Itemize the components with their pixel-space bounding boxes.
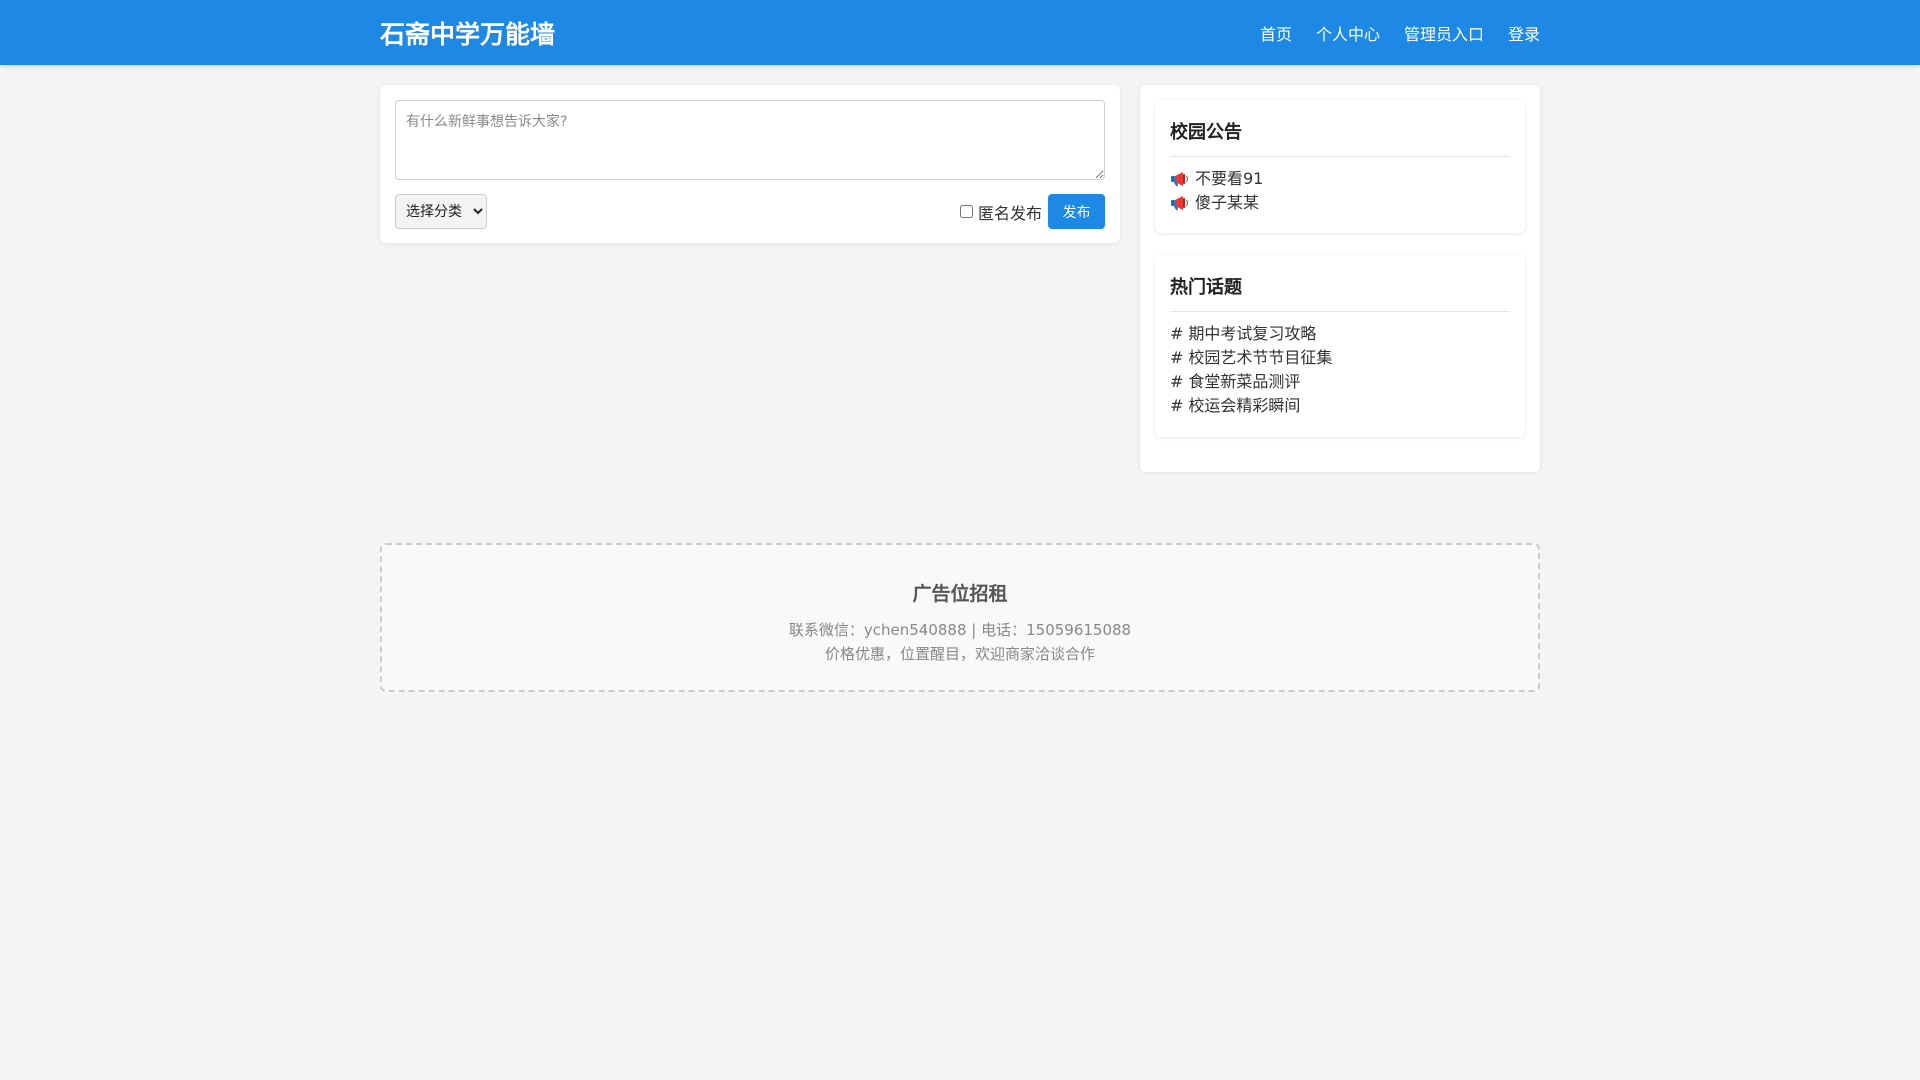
anonymous-toggle[interactable]: 匿名发布: [960, 194, 1042, 229]
navbar-inner: 石斋中学万能墙 首页 个人中心 管理员入口 登录: [380, 0, 1540, 65]
post-content-input[interactable]: [395, 100, 1105, 180]
post-form-card: 选择分类 匿名发布 发布: [380, 85, 1120, 243]
megaphone-icon: [1171, 172, 1189, 186]
announcement-item[interactable]: 傻子某某: [1170, 191, 1510, 215]
anonymous-checkbox[interactable]: [960, 205, 973, 218]
sidebar: 校园公告 不要看91 傻子某某 热门话题 # 期中考试复习攻略 # 校园艺术节节…: [1140, 85, 1540, 472]
nav-links: 首页 个人中心 管理员入口 登录: [1260, 21, 1540, 45]
topic-item[interactable]: # 校园艺术节节目征集: [1170, 346, 1510, 370]
announcements-title: 校园公告: [1170, 100, 1510, 157]
topic-item[interactable]: # 食堂新菜品测评: [1170, 370, 1510, 394]
announcements-card: 校园公告 不要看91 傻子某某: [1155, 100, 1525, 233]
hashtag-icon: #: [1170, 348, 1184, 367]
announcements-list: 不要看91 傻子某某: [1170, 157, 1510, 215]
megaphone-icon: [1171, 196, 1189, 210]
hashtag-icon: #: [1170, 324, 1184, 343]
hot-topics-card: 热门话题 # 期中考试复习攻略 # 校园艺术节节目征集 # 食堂新菜品测评 # …: [1155, 255, 1525, 437]
topic-text: 期中考试复习攻略: [1188, 324, 1317, 343]
category-select[interactable]: 选择分类: [395, 194, 487, 229]
hashtag-icon: #: [1170, 372, 1184, 391]
hot-topics-title: 热门话题: [1170, 255, 1510, 312]
ad-banner: 广告位招租 联系微信：ychen540888 | 电话：15059615088 …: [380, 543, 1540, 692]
ad-slogan: 价格优惠，位置醒目，欢迎商家洽谈合作: [824, 645, 1095, 663]
ad-contact: 联系微信：ychen540888 | 电话：15059615088: [788, 621, 1132, 639]
anonymous-label: 匿名发布: [978, 203, 1043, 223]
publish-button[interactable]: 发布: [1048, 194, 1105, 229]
topic-item[interactable]: # 校运会精彩瞬间: [1170, 394, 1510, 418]
nav-profile-link[interactable]: 个人中心: [1316, 21, 1380, 45]
ad-title: 广告位招租: [912, 583, 1008, 605]
top-navbar: 石斋中学万能墙 首页 个人中心 管理员入口 登录: [0, 0, 1920, 65]
announcement-text: 不要看91: [1195, 169, 1264, 188]
announcement-text: 傻子某某: [1195, 193, 1260, 212]
hot-topics-list: # 期中考试复习攻略 # 校园艺术节节目征集 # 食堂新菜品测评 # 校运会精彩…: [1170, 312, 1510, 418]
topic-text: 校园艺术节节目征集: [1188, 348, 1333, 367]
site-title[interactable]: 石斋中学万能墙: [380, 15, 555, 51]
announcement-item[interactable]: 不要看91: [1170, 167, 1510, 191]
topic-item[interactable]: # 期中考试复习攻略: [1170, 322, 1510, 346]
hashtag-icon: #: [1170, 396, 1184, 415]
topic-text: 食堂新菜品测评: [1188, 372, 1301, 391]
nav-admin-link[interactable]: 管理员入口: [1404, 21, 1484, 45]
nav-home-link[interactable]: 首页: [1260, 21, 1292, 45]
nav-login-link[interactable]: 登录: [1508, 21, 1540, 45]
topic-text: 校运会精彩瞬间: [1188, 396, 1301, 415]
